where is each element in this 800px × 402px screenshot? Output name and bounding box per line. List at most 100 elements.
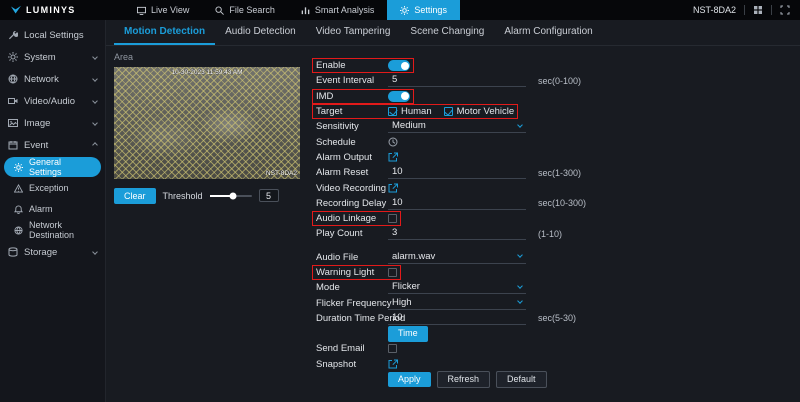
duration-time-period-input[interactable] [388,312,526,325]
clear-button[interactable]: Clear [114,188,156,204]
video-recording-link-icon[interactable] [388,183,398,193]
fullscreen-icon[interactable] [780,5,790,15]
tab-label: Audio Detection [225,26,296,37]
sidebar-item-image[interactable]: Image [0,112,105,134]
nav-live-view[interactable]: Live View [124,0,202,20]
globe-icon [14,226,23,235]
sidebar-item-event[interactable]: Event [0,134,105,156]
sidebar-item-label: Video/Audio [24,96,75,107]
row-alarm-output: Alarm Output [312,150,800,165]
alarm-output-link-icon[interactable] [388,152,398,162]
tab-scene-changing[interactable]: Scene Changing [400,20,494,45]
recording-delay-input[interactable] [388,197,526,210]
alarm-output-label: Alarm Output [316,152,388,163]
display-grid-icon[interactable] [753,5,763,15]
tab-alarm-configuration[interactable]: Alarm Configuration [494,20,602,45]
tab-label: Video Tampering [316,26,391,37]
snapshot-link-icon[interactable] [388,359,398,369]
chart-icon [301,6,310,15]
slider-knob[interactable] [229,192,236,199]
sidebar-item-local-settings[interactable]: Local Settings [0,24,105,46]
duration-time-period-unit: sec(5-30) [538,313,576,323]
default-button[interactable]: Default [496,371,547,389]
event-interval-input[interactable] [388,74,526,87]
camera-icon [8,96,18,106]
sidebar-item-alarm[interactable]: Alarm [4,199,101,219]
nav-smart-analysis[interactable]: Smart Analysis [288,0,388,20]
mode-select[interactable]: Flicker [388,281,526,294]
time-button[interactable]: Time [388,326,428,342]
device-name: NST-8DA2 [693,5,736,15]
nav-label: Smart Analysis [315,5,375,15]
imd-label: IMD [316,91,388,102]
threshold-slider[interactable] [210,195,252,197]
audio-file-select[interactable]: alarm.wav [388,251,526,264]
alarm-reset-unit: sec(1-300) [538,168,581,178]
enable-toggle[interactable] [388,60,410,71]
audio-file-value: alarm.wav [392,251,435,262]
chevron-down-icon [92,120,98,126]
highlight-box: Audio Linkage [312,211,401,226]
refresh-button[interactable]: Refresh [437,371,491,389]
row-audio-file: Audio File alarm.wav [312,250,800,265]
sidebar-item-network[interactable]: Network [0,68,105,90]
sidebar-item-general-settings[interactable]: General Settings [4,157,101,177]
row-warning-light: Warning Light [312,265,800,280]
motion-detection-form: Enable Event Interval sec(0-100) [306,46,800,402]
app-window: LUMINYS Live View File Search Smart Anal… [0,0,800,402]
target-human-checkbox[interactable] [388,107,397,116]
sidebar-item-storage[interactable]: Storage [0,241,105,263]
send-email-checkbox[interactable] [388,344,397,353]
apply-button[interactable]: Apply [388,372,431,388]
sidebar-item-video-audio[interactable]: Video/Audio [0,90,105,112]
flicker-frequency-select[interactable]: High [388,297,526,310]
imd-toggle[interactable] [388,91,410,102]
osd-device-name: NST-8DA2 [266,170,297,177]
highlight-box: Target Human Motor Vehicle [312,104,518,119]
chevron-down-icon [517,122,523,128]
schedule-label: Schedule [316,137,388,148]
wrench-icon [8,30,18,40]
row-snapshot: Snapshot [312,357,800,372]
preview-controls: Clear Threshold 5 [114,188,306,204]
motion-area-canvas[interactable]: 10-30-2023 11:59:43 AM NST-8DA2 [114,67,300,179]
row-actions: Apply Refresh Default [312,372,800,387]
alarm-reset-input[interactable] [388,166,526,179]
logo-text: LUMINYS [26,5,76,15]
flicker-frequency-value: High [392,297,412,308]
tab-label: Motion Detection [124,26,205,37]
settings-tabs: Motion Detection Audio Detection Video T… [106,20,800,46]
play-count-input[interactable] [388,227,526,240]
row-flicker-frequency: Flicker Frequency High [312,295,800,310]
warning-light-checkbox[interactable] [388,268,397,277]
sidebar-item-label: Storage [24,247,57,258]
target-motor-vehicle-checkbox[interactable] [444,107,453,116]
row-sensitivity: Sensitivity Medium [312,119,800,134]
row-send-email: Send Email [312,341,800,356]
topbar-right: NST-8DA2 [693,5,800,15]
recording-delay-unit: sec(10-300) [538,198,586,208]
audio-linkage-checkbox[interactable] [388,214,397,223]
globe-icon [8,74,18,84]
tab-video-tampering[interactable]: Video Tampering [306,20,401,45]
topbar: LUMINYS Live View File Search Smart Anal… [0,0,800,20]
nav-file-search[interactable]: File Search [202,0,288,20]
sidebar-item-exception[interactable]: Exception [4,178,101,198]
tab-audio-detection[interactable]: Audio Detection [215,20,306,45]
play-count-label: Play Count [316,228,388,239]
sensitivity-select[interactable]: Medium [388,120,526,133]
storage-icon [8,247,18,257]
audio-linkage-label: Audio Linkage [316,213,388,224]
row-imd: IMD [312,89,800,104]
sidebar-item-system[interactable]: System [0,46,105,68]
schedule-clock-icon[interactable] [388,137,398,147]
row-mode: Mode Flicker [312,280,800,295]
sensitivity-label: Sensitivity [316,121,388,132]
tab-motion-detection[interactable]: Motion Detection [114,20,215,45]
nav-settings[interactable]: Settings [387,0,460,20]
luminys-logo-icon [10,5,22,15]
warning-icon [14,184,23,193]
snapshot-label: Snapshot [316,359,388,370]
sidebar-item-network-destination[interactable]: Network Destination [4,220,101,240]
event-interval-unit: sec(0-100) [538,76,581,86]
